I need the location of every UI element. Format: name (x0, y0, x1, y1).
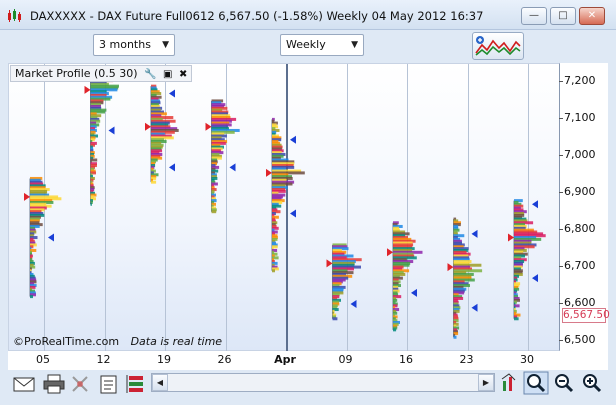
price-tick-label: 7,200 (559, 74, 596, 88)
price-tick-label: 6,500 (559, 332, 596, 346)
indicator-header: Market Profile (0.5 30) 🔧 ▣ ✖ (10, 65, 193, 82)
add-indicator-button[interactable] (472, 32, 524, 60)
scroll-left-button[interactable]: ◀ (152, 374, 168, 391)
poc-marker (387, 248, 393, 257)
date-axis[interactable]: 05 12 19 26 Apr 09 16 23 30 (8, 351, 560, 370)
scroll-right-button[interactable]: ▶ (478, 374, 494, 391)
poc-marker (205, 122, 212, 131)
profile-bar (453, 335, 457, 339)
date-tick-label: 09 (338, 353, 353, 366)
interval-value: Weekly (286, 38, 326, 51)
chart-panel[interactable]: Market Profile (0.5 30) 🔧 ▣ ✖ ©ProRealTi… (8, 63, 610, 370)
interval-select[interactable]: Weekly ▼ (280, 34, 364, 56)
value-area-marker (471, 303, 478, 312)
profile-bar (151, 180, 157, 184)
poc-marker (145, 122, 151, 131)
window-title: DAXXXXX - DAX Future Full0612 6,567.50 (… (30, 9, 484, 23)
profile-bar (90, 202, 92, 206)
email-icon[interactable] (12, 373, 36, 395)
chart-toolbar: 3 months ▼ Weekly ▼ (0, 30, 616, 64)
date-tick-label: 05 (36, 353, 50, 366)
date-tick-label: 30 (520, 353, 534, 366)
add-indicator-icon (475, 36, 521, 56)
poc-marker (447, 263, 454, 272)
realtime-text: Data is real time (130, 335, 223, 348)
market-profile-week (84, 73, 119, 206)
chart-settings-icon[interactable] (499, 371, 525, 395)
poc-marker (508, 233, 514, 242)
date-tick-label: 19 (157, 353, 171, 366)
value-area-marker (532, 200, 538, 209)
market-profile-week (326, 243, 362, 321)
period-select[interactable]: 3 months ▼ (93, 34, 175, 56)
properties-icon[interactable] (97, 373, 121, 395)
profile-bar (332, 317, 338, 321)
print-icon[interactable] (42, 373, 66, 395)
value-area-marker (108, 126, 115, 135)
market-profile-week (266, 117, 305, 273)
bottom-toolbar: ◀ ▶ (0, 370, 616, 405)
profile-bar (393, 328, 397, 332)
market-profile-chart (24, 73, 546, 339)
time-scrollbar[interactable]: ◀ ▶ (151, 373, 495, 392)
price-tick-label: 7,100 (559, 111, 596, 125)
date-tick-label: 16 (399, 353, 413, 366)
chevron-down-icon: ▼ (351, 40, 358, 50)
profile-bar (272, 269, 275, 273)
price-tick-label: 7,000 (559, 148, 596, 162)
market-profile-week (447, 217, 483, 339)
period-value: 3 months (99, 38, 151, 51)
window-icon[interactable]: ▣ (163, 67, 172, 82)
close-button[interactable]: ✕ (579, 7, 605, 25)
watermark: ©ProRealTime.com Data is real time (13, 335, 222, 348)
poc-marker (326, 259, 333, 268)
market-profile-week (508, 199, 546, 321)
zoom-out-icon[interactable] (551, 371, 577, 395)
value-area-marker (411, 288, 417, 297)
profile-bar (211, 210, 217, 214)
value-area-marker (169, 163, 175, 172)
wrench-icon[interactable]: 🔧 (144, 67, 156, 82)
app-candlestick-icon (8, 9, 21, 22)
value-area-marker (229, 163, 236, 172)
market-profile-week (24, 176, 62, 299)
profile-bar (514, 317, 519, 321)
zoom-fit-icon[interactable] (523, 371, 549, 395)
poc-marker (24, 192, 30, 201)
value-area-marker (169, 89, 175, 98)
price-tick-label: 6,700 (559, 259, 596, 273)
delete-icon[interactable] (68, 373, 92, 395)
profile-bar (30, 295, 33, 299)
plot-area[interactable]: Market Profile (0.5 30) 🔧 ▣ ✖ ©ProRealTi… (8, 63, 560, 352)
value-area-marker (290, 209, 296, 218)
zoom-in-icon[interactable] (579, 371, 605, 395)
date-tick-label: 26 (217, 353, 232, 366)
watermark-text: ©ProRealTime.com (13, 335, 120, 348)
date-tick-label: Apr (274, 353, 296, 366)
remove-indicator-icon[interactable]: ✖ (179, 67, 187, 82)
chevron-down-icon: ▼ (162, 40, 169, 50)
market-profile-week (145, 84, 179, 184)
current-price-label: 6,567.50 (562, 308, 610, 323)
poc-marker (84, 85, 91, 94)
layers-icon[interactable] (124, 373, 148, 395)
price-tick-label: 6,800 (559, 222, 596, 236)
market-profile-week (387, 221, 423, 332)
market-profile-week (205, 99, 240, 214)
indicator-label: Market Profile (0.5 30) (15, 67, 138, 80)
poc-marker (266, 168, 272, 177)
minimize-button[interactable]: — (521, 7, 547, 25)
price-tick-label: 6,900 (559, 185, 596, 199)
price-axis[interactable]: 7,200 7,100 7,000 6,900 6,800 6,700 6,600 6,500… (559, 63, 610, 351)
maximize-button[interactable]: □ (550, 7, 576, 25)
value-area-marker (471, 229, 478, 238)
value-area-marker (350, 300, 357, 308)
value-area-marker (532, 274, 538, 283)
date-tick-label: 23 (459, 353, 474, 366)
date-tick-label: 12 (96, 353, 111, 366)
value-area-marker (290, 135, 296, 144)
title-bar: DAXXXXX - DAX Future Full0612 6,567.50 (… (0, 0, 616, 30)
value-area-marker (48, 233, 54, 242)
